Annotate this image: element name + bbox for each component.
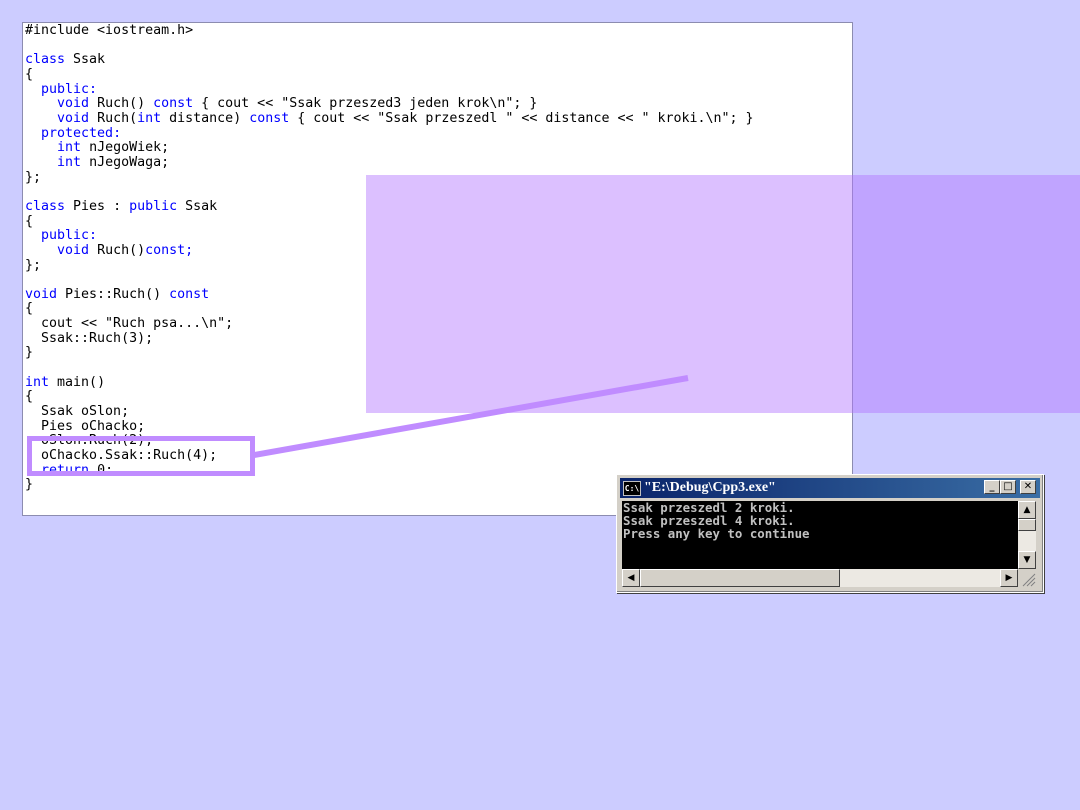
console-output-area[interactable]: Ssak przeszedl 2 kroki. Ssak przeszedl 4… [622,501,1018,569]
maximize-button[interactable]: □ [1000,480,1016,494]
console-titlebar[interactable]: C:\ "E:\Debug\Cpp3.exe" _ □ ✕ [620,478,1040,498]
minimize-button[interactable]: _ [984,480,1000,494]
close-button[interactable]: ✕ [1020,480,1036,494]
console-app-icon: C:\ [623,481,641,496]
resize-grip-icon[interactable] [1020,571,1036,587]
connector-line [253,375,689,458]
console-title: "E:\Debug\Cpp3.exe" [644,480,776,495]
scroll-left-arrow-icon[interactable]: ◀ [622,569,640,587]
scroll-right-arrow-icon[interactable]: ▶ [1000,569,1018,587]
callout-line [253,375,689,458]
highlight-frame [27,436,255,476]
horizontal-scroll-thumb[interactable] [640,569,840,587]
console-output-text: Ssak przeszedl 2 kroki. Ssak przeszedl 4… [623,501,810,541]
scroll-up-arrow-icon[interactable]: ▲ [1018,501,1036,519]
console-window[interactable]: C:\ "E:\Debug\Cpp3.exe" _ □ ✕ Ssak przes… [616,474,1044,593]
scroll-down-arrow-icon[interactable]: ▼ [1018,551,1036,569]
vertical-scroll-thumb[interactable] [1018,519,1036,531]
horizontal-scrollbar[interactable]: ◀ ▶ [622,569,1018,587]
vertical-scrollbar[interactable]: ▲ ▼ [1018,501,1036,569]
